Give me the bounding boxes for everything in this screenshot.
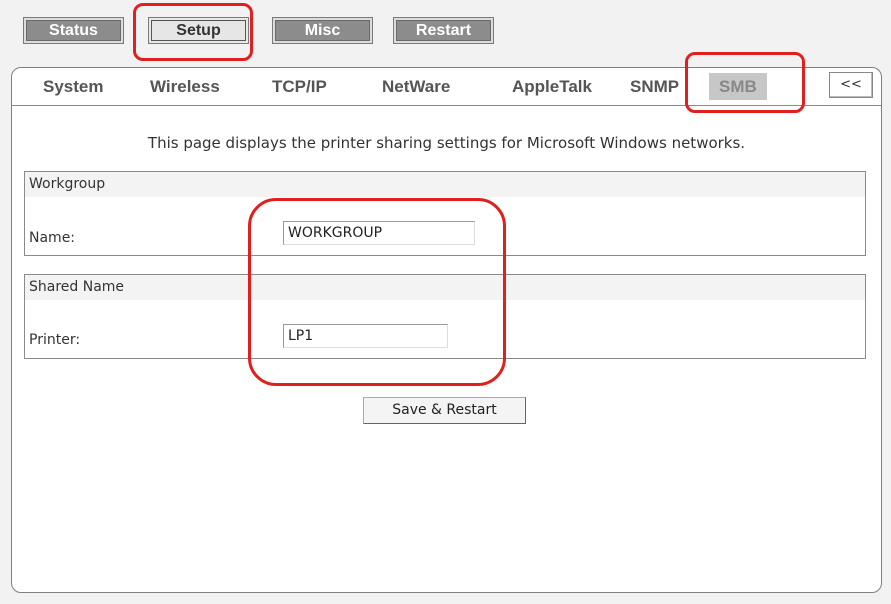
subtab-snmp[interactable]: SNMP — [630, 68, 679, 105]
tab-status[interactable]: Status — [23, 17, 124, 44]
name-label: Name: — [29, 230, 76, 246]
tab-status-label: Status — [26, 20, 121, 41]
tab-setup-label: Setup — [151, 20, 246, 41]
subtab-smb[interactable]: SMB — [709, 73, 767, 100]
tab-restart-label: Restart — [396, 20, 491, 41]
subtab-system[interactable]: System — [43, 68, 103, 105]
workgroup-title: Workgroup — [25, 172, 865, 198]
intro-text: This page displays the printer sharing s… — [147, 134, 746, 152]
workgroup-section: Workgroup Name: — [24, 171, 866, 256]
subtab-wireless[interactable]: Wireless — [150, 68, 220, 105]
tab-setup[interactable]: Setup — [148, 17, 249, 44]
printer-label: Printer: — [29, 332, 81, 348]
collapse-button[interactable]: << — [829, 72, 873, 98]
workgroup-name-input[interactable] — [283, 221, 475, 245]
subtab-tcpip[interactable]: TCP/IP — [272, 68, 327, 105]
tab-misc[interactable]: Misc — [272, 17, 373, 44]
settings-panel: System Wireless TCP/IP NetWare AppleTalk… — [11, 67, 882, 593]
save-restart-button[interactable]: Save & Restart — [363, 397, 526, 424]
subtab-appletalk[interactable]: AppleTalk — [512, 68, 592, 105]
subtab-netware[interactable]: NetWare — [382, 68, 450, 105]
shared-name-section: Shared Name Printer: — [24, 274, 866, 359]
shared-name-title: Shared Name — [25, 275, 865, 301]
tab-misc-label: Misc — [275, 20, 370, 41]
tab-restart[interactable]: Restart — [393, 17, 494, 44]
printer-share-input[interactable] — [283, 324, 448, 348]
subtab-bar: System Wireless TCP/IP NetWare AppleTalk… — [12, 68, 881, 106]
